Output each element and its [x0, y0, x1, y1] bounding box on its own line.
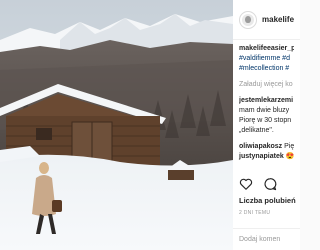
heart-icon[interactable] [239, 177, 253, 191]
post-username[interactable]: makelife [262, 15, 294, 24]
load-more-label: Załaduj więcej ko [239, 81, 293, 88]
comment-text-line: Piorę w 30 stopn [239, 117, 292, 124]
hashtags-line-2[interactable]: #mlecollection # [239, 64, 294, 74]
post-side-panel: makelife makelifeeasier_p #valdifiemme #… [233, 0, 300, 250]
load-more-comments[interactable]: Załaduj więcej ko [239, 80, 294, 90]
comment-username[interactable]: oliwiapakosz [239, 143, 282, 150]
add-comment-input[interactable]: Dodaj komen [233, 228, 300, 250]
profile-avatar-icon [242, 13, 254, 26]
comment-username[interactable]: jestemlekarzemi [239, 96, 294, 106]
likes-count[interactable]: Liczba polubień [239, 196, 296, 205]
comment-text: Pię [284, 143, 295, 150]
caption-username[interactable]: makelifeeasier_p [239, 44, 294, 54]
caption: makelifeeasier_p #valdifiemme #d #mlecol… [239, 44, 294, 74]
winter-cabin-photo [0, 0, 233, 250]
post-photo[interactable] [0, 0, 233, 250]
comment: jestemlekarzemi mam dwie bluzy Piorę w 3… [239, 96, 294, 136]
comment-text-line: „delikatne". [239, 127, 274, 134]
comment-text: 😍 [285, 153, 295, 160]
comment: justynapiatek 😍 [239, 152, 294, 162]
comments-list: makelifeeasier_p #valdifiemme #d #mlecol… [233, 40, 300, 162]
hashtags-line-1[interactable]: #valdifiemme #d [239, 54, 294, 64]
post-header: makelife [233, 0, 300, 40]
post-date: 2 DNI TEMU [239, 210, 271, 216]
post-actions [239, 177, 277, 191]
avatar[interactable] [239, 10, 257, 29]
comment-icon[interactable] [263, 177, 277, 191]
comment-text-line: mam dwie bluzy [239, 107, 290, 114]
comment: oliwiapakosz Pię [239, 142, 294, 152]
comment-username[interactable]: justynapiatek [239, 153, 284, 160]
